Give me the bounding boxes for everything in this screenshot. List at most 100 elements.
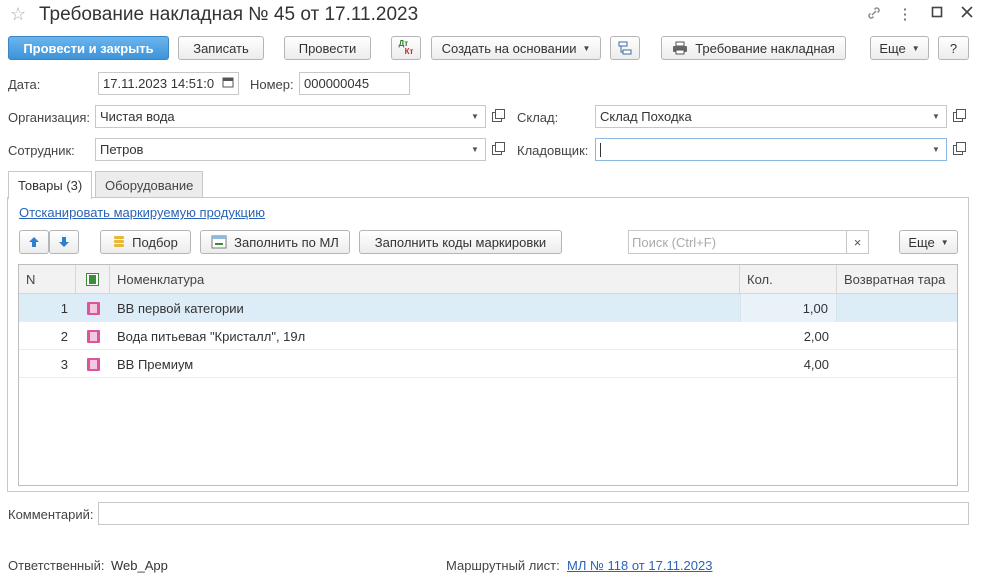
column-header-icon[interactable] [76,265,110,294]
tab-goods[interactable]: Товары (3) [8,171,93,199]
open-icon[interactable] [948,105,968,128]
tab-equipment[interactable]: Оборудование [95,171,204,198]
row-nomenclature: ВВ Премиум [117,356,194,372]
goods-more-button[interactable]: Еще ▼ [899,230,958,254]
chevron-down-icon[interactable]: ▼ [465,105,485,128]
structure-button[interactable] [610,36,640,60]
comment-field[interactable] [98,502,969,525]
kt-label: Кт [404,47,414,56]
hierarchy-icon [618,41,632,55]
row-nomenclature: Вода питьевая "Кристалл", 19л [117,328,306,344]
table-row[interactable]: 3 ВВ Премиум 4,00 [19,350,957,378]
warehouse-field[interactable]: Склад Походка [595,105,947,128]
route-list-link[interactable]: МЛ № 118 от 17.11.2023 [567,558,712,573]
chevron-down-icon: ▼ [582,43,591,53]
more-button[interactable]: Еще ▼ [870,36,929,60]
warehouse-value: Склад Походка [600,109,692,124]
number-value: 000000045 [304,76,370,91]
column-header-return-container[interactable]: Возвратная тара [837,265,957,294]
date-field[interactable]: 17.11.2023 14:51:0 [98,72,239,95]
row-item-icon [76,322,110,350]
pick-button[interactable]: Подбор [100,230,191,254]
fill-marking-codes-button[interactable]: Заполнить коды маркировки [359,230,562,254]
chevron-down-icon[interactable]: ▼ [465,138,485,161]
date-value: 17.11.2023 14:51:0 [103,76,215,91]
window-title: Требование накладная № 45 от 17.11.2023 [39,4,419,25]
column-header-qty[interactable]: Кол. [740,265,837,294]
warehouse-label: Склад: [517,110,559,125]
responsible-value: Web_App [111,558,168,573]
row-nomenclature: ВВ первой категории [117,300,244,316]
comment-label: Комментарий: [8,507,94,522]
organization-field[interactable]: Чистая вода [95,105,486,128]
employee-field[interactable]: Петров [95,138,486,161]
text-cursor [600,142,601,157]
row-return-container [845,350,955,378]
dt-kt-button[interactable]: Дт Кт [391,36,421,60]
title-bar: ☆ Требование накладная № 45 от 17.11.202… [0,0,982,30]
favorite-star-icon[interactable]: ☆ [10,4,26,25]
organization-value: Чистая вода [100,109,175,124]
help-button[interactable]: ? [938,36,969,60]
table-header: N Номенклатура Кол. Возвратная тара [19,265,957,294]
responsible-label: Ответственный: [8,558,105,573]
save-button[interactable]: Записать [178,36,264,60]
more-vertical-icon[interactable]: ⋮ [895,5,915,23]
fill-by-route-list-button[interactable]: Заполнить по МЛ [200,230,350,254]
item-icon [86,357,100,371]
search-placeholder: Поиск (Ctrl+F) [632,235,717,250]
open-icon[interactable] [487,138,507,161]
fill-table-icon [211,235,227,249]
item-icon [86,329,100,343]
goods-table[interactable]: N Номенклатура Кол. Возвратная тара 1 ВВ… [18,264,958,486]
chevron-down-icon[interactable]: ▼ [926,138,946,161]
storekeeper-label: Кладовщик: [517,143,589,158]
move-up-button[interactable] [19,230,49,254]
maximize-icon[interactable] [927,5,947,22]
number-field[interactable]: 000000045 [299,72,410,95]
row-return-container [845,294,955,322]
column-header-n[interactable]: N [19,265,76,294]
close-icon[interactable] [957,5,977,22]
link-icon[interactable] [864,5,884,25]
row-qty: 2,00 [803,328,829,344]
row-number: 2 [60,328,68,344]
scan-marked-products-link[interactable]: Отсканировать маркируемую продукцию [19,205,265,220]
clear-search-icon[interactable]: × [846,231,868,253]
printer-icon [673,41,688,55]
storekeeper-field[interactable] [595,138,947,161]
row-item-icon [76,294,110,322]
number-label: Номер: [250,77,294,92]
move-down-button[interactable] [49,230,79,254]
chevron-down-icon: ▼ [911,43,920,53]
row-item-icon [76,350,110,378]
open-icon[interactable] [487,105,507,128]
row-qty: 4,00 [803,356,829,372]
create-based-on-button[interactable]: Создать на основании ▼ [431,36,601,60]
print-form-label: Требование накладная [695,40,835,56]
chevron-down-icon[interactable]: ▼ [926,105,946,128]
organization-label: Организация: [8,110,91,125]
route-list-label: Маршрутный лист: [446,558,560,573]
chevron-down-icon: ▼ [940,237,949,247]
post-and-close-button[interactable]: Провести и закрыть [8,36,169,60]
arrow-up-icon [29,237,39,247]
row-qty: 1,00 [740,294,837,322]
item-icon [86,301,100,315]
table-row[interactable]: 2 Вода питьевая "Кристалл", 19л 2,00 [19,322,957,350]
search-input[interactable]: Поиск (Ctrl+F) × [628,230,869,254]
dt-kt-icon: Дт Кт [399,40,414,56]
print-form-button[interactable]: Требование накладная [661,36,846,60]
fill-by-route-list-label: Заполнить по МЛ [234,234,339,250]
row-number: 1 [60,300,68,316]
goods-more-label: Еще [908,234,935,250]
date-label: Дата: [8,77,41,92]
row-number: 3 [60,356,68,372]
employee-label: Сотрудник: [8,143,75,158]
calendar-icon[interactable] [222,76,234,91]
coins-icon [114,236,125,247]
column-header-nomenclature[interactable]: Номенклатура [110,265,740,294]
open-icon[interactable] [948,138,968,161]
table-row[interactable]: 1 ВВ первой категории 1,00 [19,294,957,322]
post-button[interactable]: Провести [284,36,371,60]
